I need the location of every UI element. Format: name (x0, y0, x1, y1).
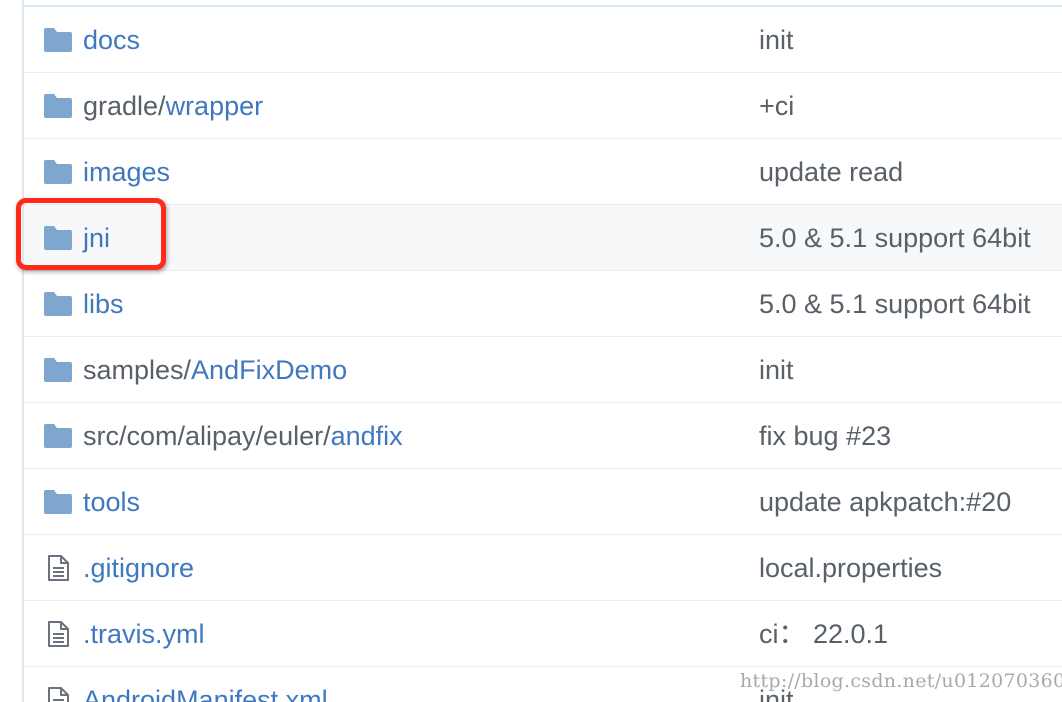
file-link[interactable]: AndFixDemo (191, 355, 347, 385)
commit-message[interactable]: init (759, 352, 794, 388)
folder-icon (43, 93, 73, 119)
file-link[interactable]: .travis.yml (83, 619, 205, 649)
file-name: AndroidManifest.xml (83, 682, 328, 702)
table-row[interactable]: images update read (24, 139, 1062, 205)
file-link[interactable]: docs (83, 25, 140, 55)
table-row[interactable]: gradle/wrapper +ci (24, 73, 1062, 139)
table-row[interactable]: libs 5.0 & 5.1 support 64bit (24, 271, 1062, 337)
file-link[interactable]: .gitignore (83, 553, 194, 583)
folder-icon (43, 159, 73, 185)
file-name: .travis.yml (83, 616, 205, 652)
file-name: samples/AndFixDemo (83, 352, 347, 388)
table-row[interactable]: .travis.yml ci： 22.0.1 (24, 601, 1062, 667)
watermark: http://blog.csdn.net/u012070360 (740, 670, 1062, 692)
table-row[interactable]: tools update apkpatch:#20 (24, 469, 1062, 535)
commit-message[interactable]: 5.0 & 5.1 support 64bit (759, 220, 1031, 256)
commit-message[interactable]: ci： 22.0.1 (759, 616, 888, 652)
commit-message[interactable]: fix bug #23 (759, 418, 891, 454)
file-name: gradle/wrapper (83, 88, 263, 124)
folder-icon (43, 423, 73, 449)
path-prefix[interactable]: gradle/ (83, 91, 166, 121)
commit-message[interactable]: init (759, 22, 794, 58)
highlight-annotation-box (16, 198, 166, 270)
commit-message[interactable]: update apkpatch:#20 (759, 484, 1011, 520)
file-link[interactable]: AndroidManifest.xml (83, 685, 328, 702)
commit-message[interactable]: +ci (759, 88, 794, 124)
commit-message[interactable]: 5.0 & 5.1 support 64bit (759, 286, 1031, 322)
table-row[interactable]: src/com/alipay/euler/andfix fix bug #23 (24, 403, 1062, 469)
folder-icon (43, 291, 73, 317)
file-name: .gitignore (83, 550, 194, 586)
commit-message[interactable]: local.properties (759, 550, 942, 586)
file-name: libs (83, 286, 124, 322)
file-list: docs init gradle/wrapper +ci images update re… (24, 7, 1062, 702)
file-name: tools (83, 484, 140, 520)
table-row[interactable]: jni 5.0 & 5.1 support 64bit (24, 205, 1062, 271)
file-link[interactable]: images (83, 157, 170, 187)
file-link[interactable]: wrapper (166, 91, 264, 121)
path-prefix[interactable]: src/com/alipay/euler/ (83, 421, 331, 451)
file-icon (43, 621, 73, 647)
file-link[interactable]: andfix (331, 421, 403, 451)
file-icon (43, 687, 73, 702)
file-link[interactable]: tools (83, 487, 140, 517)
file-browser-page: docs init gradle/wrapper +ci images update re… (0, 0, 1062, 702)
folder-icon (43, 357, 73, 383)
file-name: docs (83, 22, 140, 58)
file-name: src/com/alipay/euler/andfix (83, 418, 403, 454)
file-name: images (83, 154, 170, 190)
file-link[interactable]: libs (83, 289, 124, 319)
table-row[interactable]: .gitignore local.properties (24, 535, 1062, 601)
path-prefix[interactable]: samples/ (83, 355, 191, 385)
folder-icon (43, 489, 73, 515)
commit-message[interactable]: update read (759, 154, 903, 190)
table-row[interactable]: samples/AndFixDemo init (24, 337, 1062, 403)
table-row[interactable]: docs init (24, 7, 1062, 73)
file-icon (43, 555, 73, 581)
folder-icon (43, 27, 73, 53)
